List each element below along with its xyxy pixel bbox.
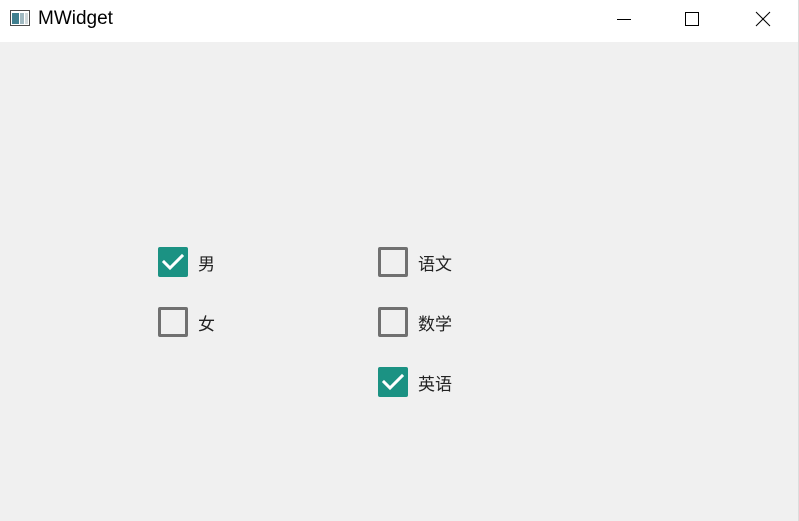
maximize-icon [685, 12, 699, 26]
checkmark-icon [381, 373, 405, 391]
maximize-button[interactable] [669, 0, 715, 38]
checkbox-label[interactable]: 语文 [418, 250, 452, 275]
close-icon [755, 11, 771, 27]
checkbox-male[interactable]: 男 [158, 247, 215, 277]
checkbox-label[interactable]: 数学 [418, 310, 452, 335]
app-window-icon [10, 10, 30, 26]
checkbox-box[interactable] [378, 247, 408, 277]
minimize-icon [617, 19, 631, 20]
window-title: MWidget [38, 8, 113, 29]
checkbox-chinese[interactable]: 语文 [378, 247, 452, 277]
checkmark-icon [161, 253, 185, 271]
minimize-button[interactable] [601, 0, 647, 38]
title-bar[interactable]: MWidget [0, 0, 798, 42]
checkbox-english[interactable]: 英语 [378, 367, 452, 397]
checkbox-math[interactable]: 数学 [378, 307, 452, 337]
checkbox-box[interactable] [378, 367, 408, 397]
checkbox-label[interactable]: 英语 [418, 370, 452, 395]
checkbox-label[interactable]: 男 [198, 250, 215, 275]
checkbox-box[interactable] [378, 307, 408, 337]
checkbox-female[interactable]: 女 [158, 307, 215, 337]
checkbox-box[interactable] [158, 247, 188, 277]
close-button[interactable] [740, 0, 786, 38]
checkbox-box[interactable] [158, 307, 188, 337]
checkbox-label[interactable]: 女 [198, 310, 215, 335]
main-window: MWidget 男 女 语文 数学 英语 [0, 0, 799, 521]
